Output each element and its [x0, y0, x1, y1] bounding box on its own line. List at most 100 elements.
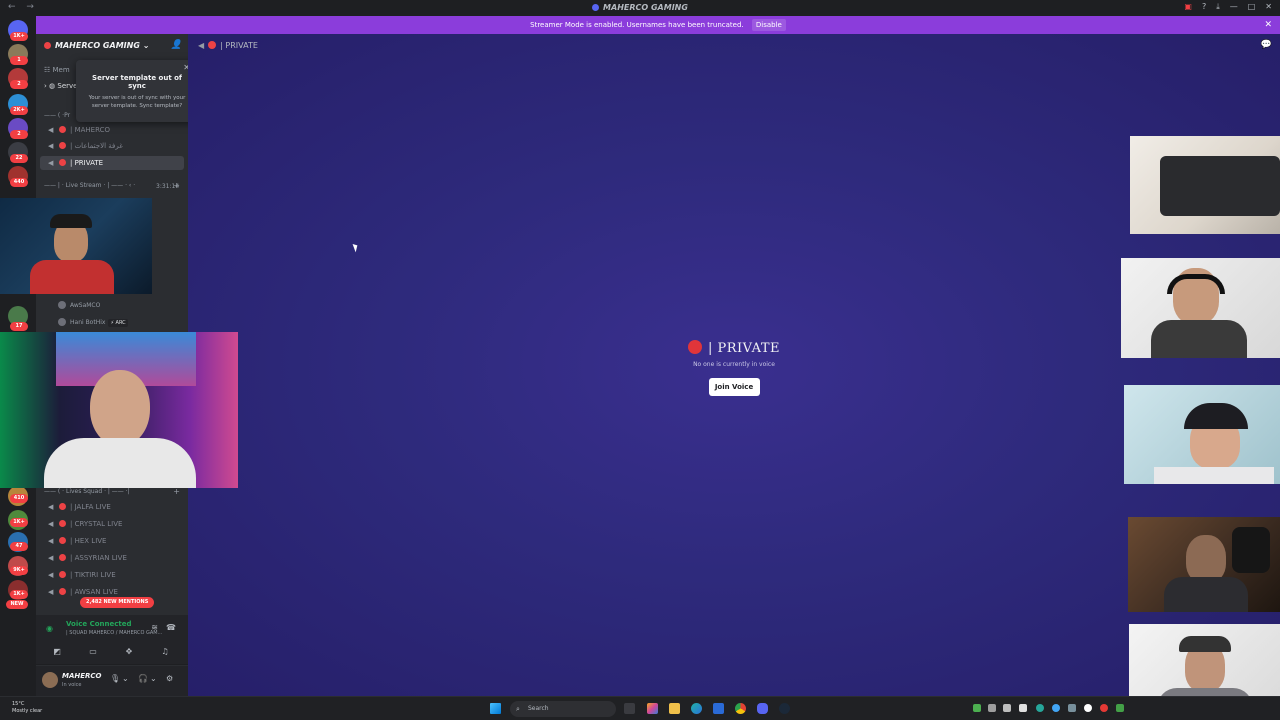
tray-app-icon[interactable] [988, 704, 996, 712]
guild-badge: 2 [10, 80, 28, 89]
chat-icon[interactable]: 💬 [1261, 40, 1272, 50]
voice-channel-tiktiri[interactable]: ◀ | TIKTIRI LIVE [40, 568, 184, 582]
join-voice-button[interactable]: Join Voice [708, 378, 760, 396]
microphone-icon[interactable]: 🎙 [110, 674, 120, 683]
taskbar-search[interactable]: ⌕ Search [510, 701, 616, 717]
tray-app-icon[interactable] [1052, 704, 1060, 712]
help-icon[interactable]: ? [1202, 2, 1206, 12]
empty-voice-panel: | PRIVATE No one is currently in voice J… [638, 340, 830, 396]
chevron-down-icon[interactable]: ⌄ [150, 674, 157, 683]
voice-channel-meetings[interactable]: ◀ | غرفة الاجتماعات [40, 139, 184, 153]
noise-suppression-icon[interactable]: ≋ [151, 623, 158, 632]
tray-app-icon[interactable] [1100, 704, 1108, 712]
disable-streamer-mode-button[interactable]: Disable [751, 19, 786, 31]
settings-gear-icon[interactable]: ⚙ [166, 674, 173, 683]
tray-app-icon[interactable] [1003, 704, 1011, 712]
stream-timer: 3:31:14 [156, 183, 180, 190]
tray-app-icon[interactable] [973, 704, 981, 712]
store-icon[interactable] [713, 703, 724, 714]
chevron-down-icon[interactable]: ⌄ [122, 674, 129, 683]
soundboard-icon[interactable]: ♫ [150, 645, 180, 659]
search-placeholder: Search [528, 705, 549, 712]
speaker-icon: ◀ [48, 142, 54, 150]
screen-share-icon[interactable]: ▭ [78, 645, 108, 659]
voice-channel-crystal[interactable]: ◀ | CRYSTAL LIVE [40, 517, 184, 531]
voice-channel-private[interactable]: ◀ | PRIVATE [40, 156, 184, 170]
webcam-overlay-1 [0, 198, 152, 294]
maximize-icon[interactable]: □ [1248, 2, 1256, 12]
chrome-icon[interactable] [735, 703, 746, 714]
voice-user[interactable]: AwSaMCO [58, 301, 100, 309]
avatar [58, 301, 66, 309]
voice-channel-maherco[interactable]: ◀ | MAHERCO [40, 123, 184, 137]
speaker-icon: ◀ [48, 126, 54, 134]
inbox-icon[interactable]: ▣ [1184, 2, 1192, 12]
user-panel: MAHERCO In voice 🎙 ⌄ 🎧 ⌄ ⚙ [36, 666, 188, 696]
tray-app-icon[interactable] [1068, 704, 1076, 712]
voice-connected-title: Voice Connected [66, 620, 132, 628]
camera-off-icon[interactable]: ◩ [42, 645, 72, 659]
voice-user-name: Hani BotHix [70, 319, 106, 326]
user-tag: ⚡ ARC [108, 319, 128, 327]
copilot-icon[interactable] [647, 703, 658, 714]
voice-user[interactable]: Hani BotHix ⚡ ARC [58, 318, 128, 327]
speaker-icon: ◀ [48, 588, 54, 596]
speaker-icon: ◀ [48, 537, 54, 545]
discord-icon[interactable] [757, 703, 768, 714]
shirt-shape [1164, 577, 1248, 612]
task-view-icon[interactable] [624, 703, 635, 714]
signal-icon[interactable]: ◉ [46, 624, 53, 633]
voice-channel-jalfa[interactable]: ◀ | JALFA LIVE [40, 500, 184, 514]
server-guide-nav[interactable]: › ◍ Serve [44, 82, 77, 90]
tray-app-icon[interactable] [1116, 704, 1124, 712]
expand-icon: › [44, 82, 47, 90]
channel-dot-icon [59, 520, 66, 527]
close-banner-icon[interactable]: ✕ [1264, 16, 1272, 34]
members-label: Mem [52, 66, 70, 74]
channel-dot-icon [59, 126, 66, 133]
tray-app-icon[interactable] [1084, 704, 1092, 712]
window-title: MAHERCO GAMING [0, 3, 1280, 12]
edge-icon[interactable] [691, 703, 702, 714]
weather-widget[interactable]: 15°C Mostly clear [12, 701, 42, 715]
invite-people-icon[interactable]: 👤 [171, 40, 182, 50]
webcam-overlay-4 [1121, 258, 1280, 358]
create-channel-icon[interactable]: + [173, 487, 180, 496]
new-mentions-badge[interactable]: 2,482 NEW MENTIONS [80, 597, 155, 608]
category-lives-squad[interactable]: —— ( · Lives Squad · | —— ·| + [44, 487, 184, 496]
shirt-shape [30, 260, 114, 294]
headphones-icon[interactable]: 🎧 [138, 674, 148, 683]
guild-badge: 440 [10, 178, 28, 187]
shirt-shape [44, 438, 196, 488]
avatar [58, 318, 66, 326]
tray-app-icon[interactable] [1036, 704, 1044, 712]
avatar[interactable] [42, 672, 58, 688]
disconnect-icon[interactable]: ☎ [166, 623, 176, 632]
file-explorer-icon[interactable] [669, 703, 680, 714]
guild-badge: 410 [10, 494, 28, 503]
voice-channel-hex[interactable]: ◀ | HEX LIVE [40, 534, 184, 548]
close-window-icon[interactable]: ✕ [1265, 2, 1272, 12]
voice-channel-assyrian[interactable]: ◀ | ASSYRIAN LIVE [40, 551, 184, 565]
username: MAHERCO [62, 672, 102, 680]
popup-body[interactable]: Your server is out of sync with your ser… [84, 94, 190, 110]
channel-dot-icon [59, 588, 66, 595]
channel-label: | AWSAN LIVE [70, 588, 118, 596]
download-icon[interactable]: ⤓ [1216, 2, 1220, 12]
steam-icon[interactable] [779, 703, 790, 714]
channel-dot-icon [59, 142, 66, 149]
activities-icon[interactable]: ✥ [114, 645, 144, 659]
channel-header-title: | PRIVATE [220, 41, 258, 50]
windows-start-icon[interactable] [490, 703, 501, 714]
members-nav[interactable]: ☷ Mem [44, 66, 70, 74]
headset-shape [1184, 403, 1248, 429]
channel-header: ◀ | PRIVATE [198, 41, 258, 50]
new-badge: NEW [6, 600, 28, 609]
server-header[interactable]: MAHERCO GAMING ⌄ 👤 [36, 34, 188, 58]
channel-label: | CRYSTAL LIVE [70, 520, 123, 528]
tray-app-icon[interactable] [1019, 704, 1027, 712]
minimize-icon[interactable]: — [1230, 2, 1238, 12]
voice-connected-panel: ◉ Voice Connected | SQUAD MAHERCO / MAHE… [36, 615, 188, 665]
mouse-cursor [352, 242, 360, 253]
weather-condition: Mostly clear [12, 708, 43, 714]
